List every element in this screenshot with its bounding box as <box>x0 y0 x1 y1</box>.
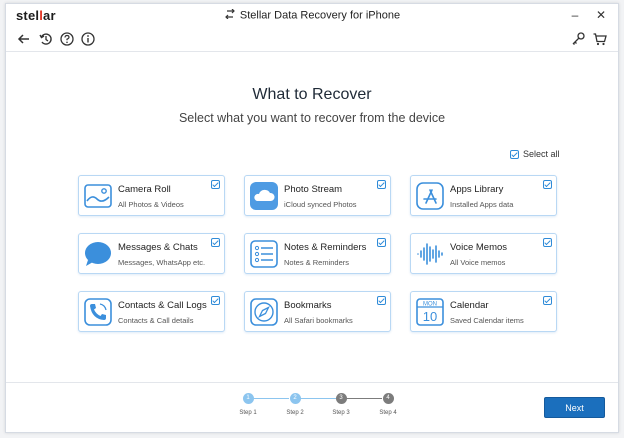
page-title: What to Recover <box>252 86 372 103</box>
card-subtitle: All Safari bookmarks <box>284 316 353 325</box>
footer: 1 Step 1 2 Step 2 3 Step 3 4 Step 4 Next <box>6 382 618 432</box>
card-subtitle: iCloud synced Photos <box>284 200 357 209</box>
calendar-day-text: 10 <box>423 309 437 324</box>
cloud-icon <box>249 181 279 211</box>
select-all-checkbox[interactable]: Select all <box>510 149 560 159</box>
chat-bubble-icon <box>83 239 113 269</box>
card-checkbox[interactable] <box>377 296 386 305</box>
card-contacts-call-logs[interactable]: Contacts & Call Logs Contacts & Call det… <box>78 291 225 332</box>
card-checkbox[interactable] <box>543 296 552 305</box>
card-title: Photo Stream <box>284 184 343 195</box>
notes-list-icon <box>249 239 279 269</box>
history-icon[interactable] <box>38 31 54 47</box>
step-dot: 4 <box>382 393 394 404</box>
select-all-label: Select all <box>523 149 560 159</box>
minimize-button[interactable]: – <box>566 6 584 24</box>
page-subtitle: Select what you want to recover from the… <box>178 111 446 125</box>
step-3: 3 Step 3 <box>329 393 353 416</box>
card-calendar[interactable]: MON 10 Calendar Saved Calendar items <box>410 291 557 332</box>
card-notes-reminders[interactable]: Notes & Reminders Notes & Reminders <box>244 233 391 274</box>
step-label: Step 3 <box>332 410 350 416</box>
app-title-text: Stellar Data Recovery for iPhone <box>239 9 401 22</box>
step-dot: 1 <box>242 393 254 404</box>
app-store-icon <box>415 181 445 211</box>
camera-roll-icon <box>83 181 113 211</box>
step-label: Step 1 <box>239 410 257 416</box>
card-checkbox[interactable] <box>543 238 552 247</box>
next-button[interactable]: Next <box>544 397 605 418</box>
card-checkbox[interactable] <box>377 180 386 189</box>
card-subtitle: All Voice memos <box>450 258 506 267</box>
card-subtitle: Messages, WhatsApp etc. <box>118 258 206 267</box>
help-icon[interactable] <box>59 31 75 47</box>
card-checkbox[interactable] <box>211 238 220 247</box>
cart-icon[interactable] <box>592 31 608 47</box>
card-photo-stream[interactable]: Photo Stream iCloud synced Photos <box>244 175 391 216</box>
card-camera-roll[interactable]: Camera Roll All Photos & Videos <box>78 175 225 216</box>
card-title: Messages & Chats <box>118 242 198 253</box>
card-subtitle: Contacts & Call details <box>118 316 194 325</box>
card-title: Calendar <box>450 300 489 311</box>
calendar-icon: MON 10 <box>415 297 445 327</box>
step-label: Step 2 <box>286 410 304 416</box>
card-title: Notes & Reminders <box>284 242 367 253</box>
card-title: Camera Roll <box>118 184 171 195</box>
card-checkbox[interactable] <box>543 180 552 189</box>
card-subtitle: Saved Calendar items <box>450 316 524 325</box>
card-subtitle: Installed Apps data <box>450 200 514 209</box>
card-checkbox[interactable] <box>211 180 220 189</box>
card-checkbox[interactable] <box>377 238 386 247</box>
card-bookmarks[interactable]: Bookmarks All Safari bookmarks <box>244 291 391 332</box>
swap-arrows-icon <box>224 8 236 22</box>
step-2: 2 Step 2 <box>283 393 307 416</box>
card-title: Contacts & Call Logs <box>118 300 207 311</box>
app-window: stellar Stellar Data Recovery for iPhone… <box>5 3 619 433</box>
voice-wave-icon <box>415 239 445 269</box>
title-bar: stellar Stellar Data Recovery for iPhone… <box>6 4 618 26</box>
step-1: 1 Step 1 <box>236 393 260 416</box>
window-title: Stellar Data Recovery for iPhone <box>6 8 618 22</box>
compass-icon <box>249 297 279 327</box>
card-title: Apps Library <box>450 184 504 195</box>
toolbar <box>6 26 618 52</box>
phone-icon <box>83 297 113 327</box>
card-messages-chats[interactable]: Messages & Chats Messages, WhatsApp etc. <box>78 233 225 274</box>
step-dot: 3 <box>335 393 347 404</box>
card-title: Bookmarks <box>284 300 332 311</box>
step-indicator: 1 Step 1 2 Step 2 3 Step 3 4 Step 4 <box>236 393 406 423</box>
info-icon[interactable] <box>80 31 96 47</box>
card-apps-library[interactable]: Apps Library Installed Apps data <box>410 175 557 216</box>
step-label: Step 4 <box>379 410 397 416</box>
card-voice-memos[interactable]: Voice Memos All Voice memos <box>410 233 557 274</box>
card-subtitle: Notes & Reminders <box>284 258 350 267</box>
card-checkbox[interactable] <box>211 296 220 305</box>
back-arrow-icon[interactable] <box>16 31 32 47</box>
main-content: What to Recover Select what you want to … <box>6 52 618 382</box>
select-all-check-icon[interactable] <box>510 149 519 159</box>
close-button[interactable]: ✕ <box>592 6 610 24</box>
card-subtitle: All Photos & Videos <box>118 200 184 209</box>
key-icon[interactable] <box>570 31 586 47</box>
step-dot: 2 <box>289 393 301 404</box>
step-4: 4 Step 4 <box>376 393 400 416</box>
card-title: Voice Memos <box>450 242 508 253</box>
calendar-month-text: MON <box>423 302 437 308</box>
